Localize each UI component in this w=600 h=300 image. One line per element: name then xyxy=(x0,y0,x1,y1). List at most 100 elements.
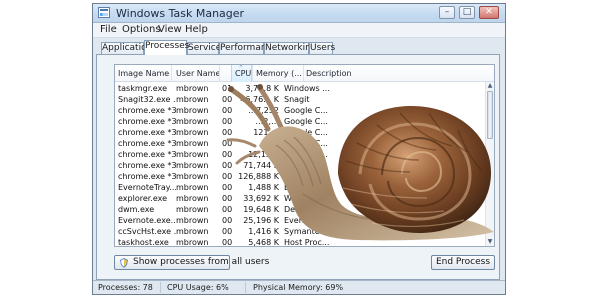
process-cpu: 00 xyxy=(222,106,233,115)
scrollbar-thumb[interactable] xyxy=(487,91,493,139)
process-user-name: mbrown xyxy=(176,150,209,159)
table-row[interactable]: EvernoteTray... mbrown 00 1,488 K Eve... xyxy=(115,183,487,194)
process-cpu: 00 xyxy=(222,227,233,236)
process-cpu: 01 xyxy=(222,84,233,93)
process-cpu: 00 xyxy=(222,128,233,137)
process-image-name: Evernote.exe... xyxy=(118,216,176,225)
process-memory: 46,76… K xyxy=(240,95,279,104)
minimize-button[interactable]: – xyxy=(439,6,455,19)
table-row[interactable]: Evernote.exe... mbrown 00 25,196 K Evern… xyxy=(115,216,487,227)
menu-options[interactable]: Options xyxy=(122,24,161,35)
process-description: Google C... xyxy=(284,161,328,170)
process-user-name: mbrown xyxy=(176,205,209,214)
process-memory: 33,692 K xyxy=(243,194,279,203)
column-divider[interactable] xyxy=(171,65,172,82)
column-cpu[interactable]: CPU xyxy=(235,69,251,78)
process-description: Google C... xyxy=(284,128,328,137)
process-image-name: taskhost.exe xyxy=(118,238,169,247)
process-user-name: mbrown xyxy=(176,84,209,93)
show-processes-button[interactable]: Show processes from all users xyxy=(114,255,269,270)
process-image-name: chrome.exe *32 xyxy=(118,161,176,170)
process-cpu: 00 xyxy=(222,194,233,203)
column-divider[interactable] xyxy=(303,65,304,82)
close-button[interactable]: ✕ xyxy=(479,6,499,19)
scroll-down-icon[interactable]: ▼ xyxy=(486,238,494,246)
process-description: Host Proc... xyxy=(284,238,330,247)
process-user-name: mbrown xyxy=(176,227,209,236)
column-memory[interactable]: Memory (... xyxy=(256,69,302,78)
process-description: Google C... xyxy=(284,106,328,115)
process-user-name: mbrown xyxy=(176,95,209,104)
process-image-name: EvernoteTray... xyxy=(118,183,176,192)
status-bar: Processes: 78 CPU Usage: 6% Physical Mem… xyxy=(93,280,505,294)
table-row[interactable]: chrome.exe *32 mbrown 00 71,744 K Google… xyxy=(115,161,487,172)
process-image-name: chrome.exe *32 xyxy=(118,106,176,115)
process-image-name: chrome.exe *32 xyxy=(118,150,176,159)
process-image-name: chrome.exe *32 xyxy=(118,128,176,137)
processes-panel: ⌃ Image Name User Name CPU Memory (... D… xyxy=(96,54,500,280)
process-image-name: dwm.exe xyxy=(118,205,155,214)
process-cpu: 00 xyxy=(222,216,233,225)
table-row[interactable]: taskmgr.exe mbrown 01 3,7…8 K Windows ..… xyxy=(115,84,487,95)
table-row[interactable]: Snagit32.exe ... mbrown 00 46,76… K Snag… xyxy=(115,95,487,106)
maximize-button[interactable]: □ xyxy=(459,6,475,19)
scroll-up-icon[interactable]: ▲ xyxy=(486,82,494,90)
process-user-name: mbrown xyxy=(176,194,209,203)
process-memory: 25,196 K xyxy=(243,216,279,225)
table-row[interactable]: taskhost.exe mbrown 00 5,468 K Host Proc… xyxy=(115,238,487,247)
table-row[interactable]: chrome.exe *32 mbrown 00 126,888 K Googl… xyxy=(115,172,487,183)
process-description: Symante... xyxy=(284,227,328,236)
process-image-name: chrome.exe *32 xyxy=(118,139,176,148)
tab-applications[interactable]: Applications xyxy=(101,42,157,54)
column-description[interactable]: Description xyxy=(306,69,352,78)
menu-bar: File Options View Help xyxy=(93,23,505,38)
process-user-name: mbrown xyxy=(176,161,209,170)
title-bar: Windows Task Manager – □ ✕ xyxy=(93,4,505,23)
process-cpu: 00 xyxy=(222,95,233,104)
table-row[interactable]: chrome.exe *32 mbrown 00 121,… Google C.… xyxy=(115,128,487,139)
status-processes: Processes: 78 xyxy=(98,283,153,292)
process-image-name: taskmgr.exe xyxy=(118,84,167,93)
process-memory: 71,744 K xyxy=(243,161,279,170)
status-divider xyxy=(160,282,161,293)
tab-networking[interactable]: Networking xyxy=(264,42,317,54)
menu-help[interactable]: Help xyxy=(185,24,208,35)
column-divider[interactable] xyxy=(219,65,220,82)
status-cpu-usage: CPU Usage: 6% xyxy=(167,283,229,292)
process-user-name: mbrown xyxy=(176,183,209,192)
end-process-button[interactable]: End Process xyxy=(431,255,495,270)
process-cpu: 00 xyxy=(222,238,233,247)
table-row[interactable]: explorer.exe mbrown 00 33,692 K Wind... xyxy=(115,194,487,205)
tab-processes[interactable]: Processes xyxy=(144,40,189,55)
table-row[interactable]: dwm.exe mbrown 00 19,648 K Deskt... xyxy=(115,205,487,216)
process-description: Snagit xyxy=(284,95,310,104)
process-description: Google C... xyxy=(284,150,328,159)
show-processes-label: Show processes from all users xyxy=(133,257,270,267)
menu-view[interactable]: View xyxy=(158,24,182,35)
menu-file[interactable]: File xyxy=(100,24,117,35)
process-image-name: chrome.exe *32 xyxy=(118,117,176,126)
tab-users[interactable]: Users xyxy=(309,42,335,54)
column-user-name[interactable]: User Name xyxy=(176,69,220,78)
process-image-name: Snagit32.exe ... xyxy=(118,95,176,104)
table-row[interactable]: ccSvcHst.exe ... mbrown 00 1,416 K Syman… xyxy=(115,227,487,238)
process-memory: 12,13… xyxy=(248,150,279,159)
process-cpu: 00 xyxy=(222,161,233,170)
status-physical-memory: Physical Memory: 69% xyxy=(253,283,344,292)
process-user-name: mbrown xyxy=(176,216,209,225)
process-memory: 126,888 K xyxy=(238,172,279,181)
column-divider[interactable] xyxy=(252,65,253,82)
vertical-scrollbar[interactable]: ▲ ▼ xyxy=(485,82,494,246)
tab-services[interactable]: Services xyxy=(187,42,226,54)
column-image-name[interactable]: Image Name xyxy=(118,69,169,78)
table-row[interactable]: chrome.exe *32 mbrown 00 12,13… Google C… xyxy=(115,150,487,161)
process-memory: 19,648 K xyxy=(243,205,279,214)
table-row[interactable]: chrome.exe *32 mbrown 00 …7,252 Google C… xyxy=(115,106,487,117)
process-memory: 5,468 K xyxy=(248,238,279,247)
task-manager-icon xyxy=(98,7,110,18)
process-user-name: mbrown xyxy=(176,106,209,115)
table-row[interactable]: chrome.exe *32 mbrown 00 … Google C... xyxy=(115,139,487,150)
table-row[interactable]: chrome.exe *32 mbrown 00 …2,… Google C..… xyxy=(115,117,487,128)
tab-performance[interactable]: Performance xyxy=(219,42,277,54)
process-image-name: explorer.exe xyxy=(118,194,168,203)
